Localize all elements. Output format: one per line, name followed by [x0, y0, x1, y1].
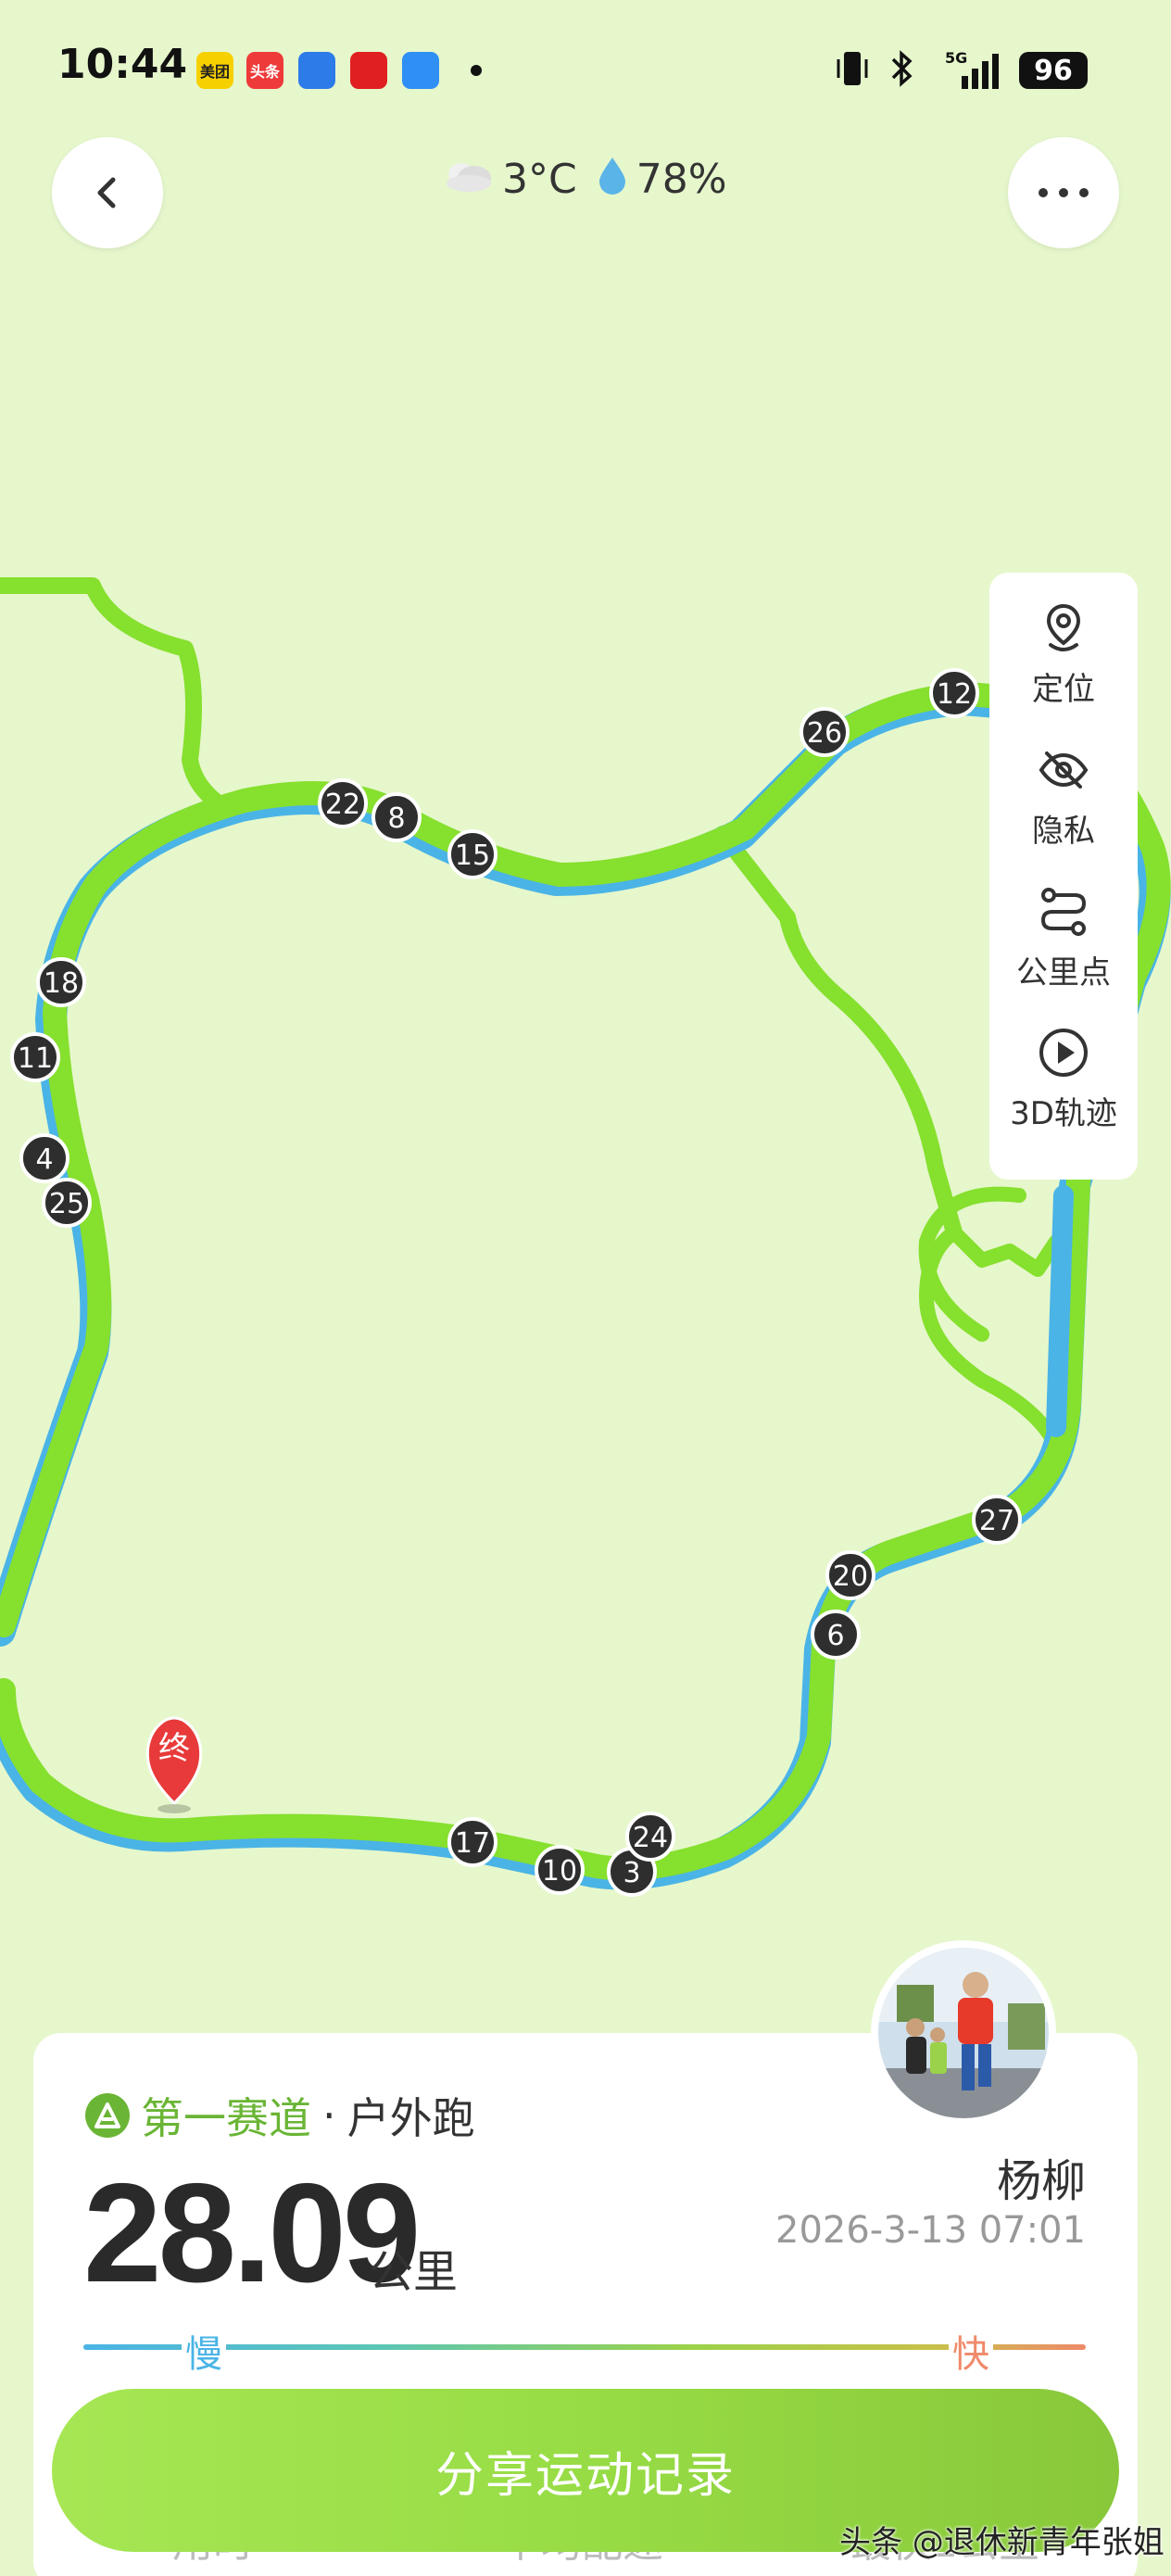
temperature: 3°C — [502, 155, 577, 203]
km-marker[interactable]: 22 — [318, 778, 368, 828]
back-button[interactable] — [52, 137, 163, 248]
distance-value: 28.09 — [83, 2154, 421, 2312]
tool-privacy[interactable]: 隐私 — [989, 726, 1138, 865]
km-marker[interactable]: 10 — [535, 1845, 585, 1895]
activity-type: 户外跑 — [346, 2093, 475, 2143]
separator: · — [322, 2090, 336, 2140]
km-marker-label: 25 — [49, 1188, 84, 1220]
share-record-label: 分享运动记录 — [434, 2447, 736, 2504]
km-marker-label: 27 — [979, 1505, 1014, 1537]
user-name: 杨柳 — [996, 2155, 1086, 2207]
km-marker[interactable]: 15 — [447, 829, 497, 879]
wallet-app-icon — [402, 52, 439, 89]
tool-3d-track[interactable]: 3D轨迹 — [989, 1008, 1138, 1147]
km-marker-label: 18 — [44, 967, 79, 1000]
tool-locate-label: 定位 — [1032, 670, 1095, 708]
notification-dot — [471, 65, 482, 76]
distance-unit: 公里 — [369, 2246, 459, 2298]
activity-header: 第一赛道 · 户外跑 — [83, 2085, 475, 2146]
km-marker[interactable]: 6 — [811, 1610, 861, 1660]
km-marker-label: 17 — [455, 1827, 490, 1860]
legend-slow-label: 慢 — [182, 2324, 226, 2378]
tool-3d-track-label: 3D轨迹 — [1010, 1094, 1117, 1132]
km-marker[interactable]: 24 — [625, 1812, 675, 1862]
chevron-left-icon — [97, 177, 116, 208]
bluetooth-icon — [888, 48, 915, 97]
weather-info: 3°C 78% — [441, 146, 727, 211]
status-bar: 10:44 美团 头条 5G 96 — [0, 0, 1171, 139]
km-marker[interactable]: 26 — [800, 707, 850, 757]
water-drop-icon — [594, 152, 631, 206]
end-marker-label: 终 — [158, 1730, 190, 1767]
route-icon — [1040, 887, 1087, 936]
watermark: 头条 @退休新青年张姐 — [839, 2524, 1165, 2561]
play-circle-icon — [1039, 1028, 1088, 1077]
activity-datetime: 2026-3-13 07:01 — [775, 2209, 1086, 2252]
km-marker-label: 24 — [633, 1822, 668, 1854]
tool-privacy-label: 隐私 — [1032, 812, 1095, 850]
location-pin-icon — [1046, 603, 1081, 651]
cloud-icon — [441, 152, 497, 206]
km-marker-label: 22 — [325, 789, 360, 821]
legend-fast-label: 快 — [949, 2324, 993, 2378]
vibrate-icon — [836, 48, 869, 97]
km-marker-label: 26 — [807, 717, 842, 750]
brand-name: 第一赛道 — [141, 2093, 311, 2143]
km-marker[interactable]: 4 — [19, 1133, 69, 1183]
brand-logo-icon — [85, 2093, 130, 2138]
km-marker-label: 8 — [387, 802, 405, 835]
tool-km-points[interactable]: 公里点 — [989, 867, 1138, 1006]
km-marker-label: 4 — [35, 1143, 53, 1176]
km-marker-label: 15 — [455, 840, 490, 872]
km-marker[interactable]: 20 — [825, 1550, 875, 1600]
more-options-button[interactable] — [1008, 137, 1119, 248]
more-dots-icon — [1039, 188, 1089, 197]
browser-icon — [298, 52, 335, 89]
battery-indicator: 96 — [1019, 52, 1088, 89]
km-marker-label: 6 — [826, 1620, 844, 1652]
km-marker-label: 11 — [18, 1042, 53, 1075]
humidity: 78% — [636, 155, 727, 203]
km-marker[interactable]: 27 — [972, 1495, 1022, 1545]
km-marker[interactable]: 25 — [42, 1178, 92, 1228]
eye-off-icon — [1039, 751, 1089, 789]
km-marker-label: 10 — [542, 1855, 577, 1888]
map-tools-panel: 定位 隐私 公里点 3D轨迹 — [989, 573, 1138, 1180]
km-marker[interactable]: 11 — [10, 1032, 60, 1082]
heart-app-icon — [350, 52, 387, 89]
avatar[interactable] — [871, 1940, 1056, 2126]
km-marker[interactable]: 8 — [371, 792, 422, 842]
toutiao-icon: 头条 — [246, 52, 283, 89]
km-marker[interactable]: 12 — [929, 668, 979, 718]
pace-legend-bar — [83, 2344, 1086, 2350]
km-marker-label: 3 — [623, 1857, 640, 1889]
km-marker-label: 20 — [833, 1560, 868, 1593]
tool-locate[interactable]: 定位 — [989, 584, 1138, 723]
signal-type-label: 5G — [945, 49, 967, 67]
signal-icon: 5G — [934, 48, 1004, 101]
tool-km-points-label: 公里点 — [1016, 953, 1111, 991]
km-marker[interactable]: 18 — [36, 957, 86, 1007]
km-marker[interactable]: 17 — [447, 1817, 497, 1867]
meituan-icon: 美团 — [196, 52, 233, 89]
clock: 10:44 — [57, 41, 188, 88]
km-marker-label: 12 — [937, 678, 972, 711]
